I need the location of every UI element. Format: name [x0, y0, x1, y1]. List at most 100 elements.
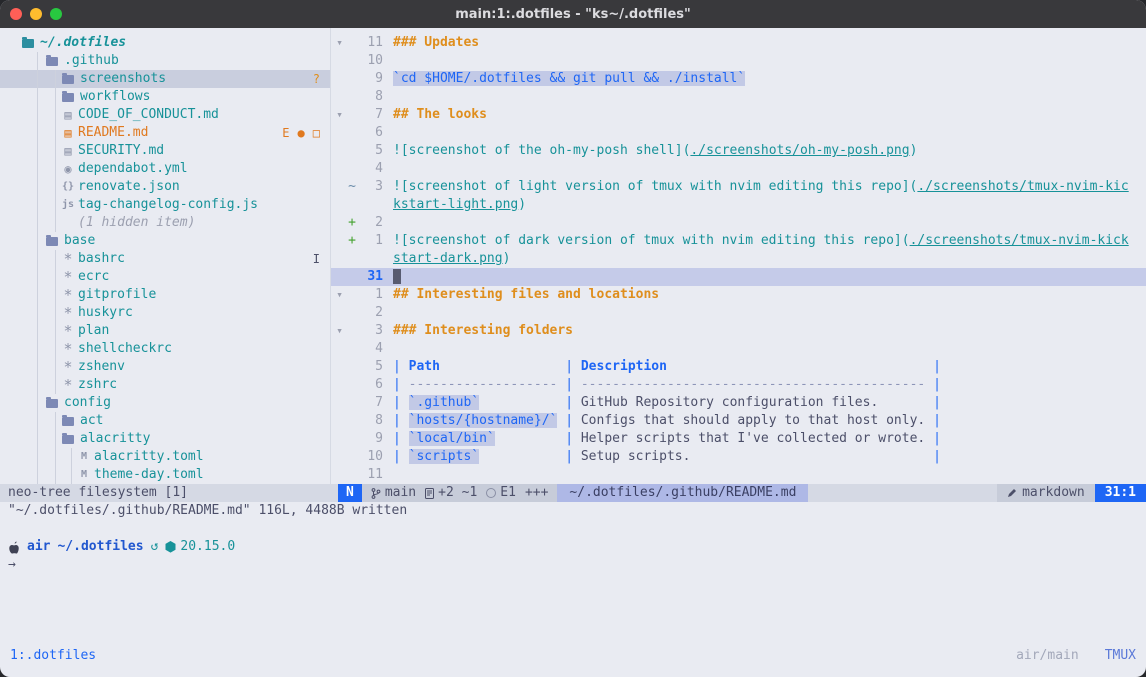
tree-item-github[interactable]: .github	[0, 52, 330, 70]
folder-icon	[62, 417, 74, 426]
md-link-text: ![screenshot of light version of tmux wi…	[393, 179, 917, 194]
tree-item-config[interactable]: config	[0, 394, 330, 412]
fold-marker	[333, 376, 346, 394]
tree-item-ecrc[interactable]: *ecrc	[0, 268, 330, 286]
traffic-lights	[10, 8, 62, 20]
tree-item-dependabot-yml[interactable]: ◉dependabot.yml	[0, 160, 330, 178]
tree-item-bashrc[interactable]: *bashrcI	[0, 250, 330, 268]
editor-line-7[interactable]: 7| `.github` | GitHub Repository configu…	[331, 394, 1146, 412]
tree-item-workflows[interactable]: workflows	[0, 88, 330, 106]
gutter: 8	[331, 412, 383, 430]
zoom-button[interactable]	[50, 8, 62, 20]
editor-line-9[interactable]: 9| `local/bin` | Helper scripts that I'v…	[331, 430, 1146, 448]
tree-item-1-hidden-item[interactable]: (1 hidden item)	[0, 214, 330, 232]
editor-line-5[interactable]: 5![screenshot of the oh-my-posh shell](.…	[331, 142, 1146, 160]
tree-item-theme-day-toml[interactable]: Mtheme-day.toml	[0, 466, 330, 484]
titlebar: main:1:.dotfiles - "ks~/.dotfiles"	[0, 0, 1146, 28]
editor-line-4[interactable]: 4	[331, 160, 1146, 178]
editor-line-5[interactable]: 5| Path | Description |	[331, 358, 1146, 376]
line-number: 5	[358, 358, 383, 376]
tree-item-label: shellcheckrc	[78, 340, 172, 358]
editor-line-1[interactable]: ▾1## Interesting files and locations	[331, 286, 1146, 304]
md-heading: ## Interesting files and locations	[393, 287, 659, 302]
editor-line-10[interactable]: 10	[331, 52, 1146, 70]
editor-line-8[interactable]: 8| `hosts/{hostname}/` | Configs that sh…	[331, 412, 1146, 430]
line-number: 4	[358, 160, 383, 178]
tree-item-act[interactable]: act	[0, 412, 330, 430]
tree-item-code-of-conduct-md[interactable]: ▤CODE_OF_CONDUCT.md	[0, 106, 330, 124]
editor-line-1[interactable]: +1![screenshot of dark version of tmux w…	[331, 232, 1146, 250]
tree-item-alacritty-toml[interactable]: Malacritty.toml	[0, 448, 330, 466]
editor-line-6[interactable]: 6	[331, 124, 1146, 142]
line-number: 7	[358, 394, 383, 412]
line-text: ### Updates	[383, 34, 479, 52]
tree-item-screenshots[interactable]: screenshots?	[0, 70, 330, 88]
editor-line-7[interactable]: ▾7## The looks	[331, 106, 1146, 124]
shell-prompt: air ~/.dotfiles ↺ 20.15.0	[8, 538, 235, 556]
md-inline-code: `.github`	[409, 395, 479, 410]
tree-item-security-md[interactable]: ▤SECURITY.md	[0, 142, 330, 160]
text: Helper scripts that I've collected or wr…	[581, 431, 925, 446]
tree-item-renovate-json[interactable]: {}renovate.json	[0, 178, 330, 196]
tree-item-plan[interactable]: *plan	[0, 322, 330, 340]
line-number: 3	[358, 178, 383, 196]
tree-item-tag-changelog-config-js[interactable]: jstag-changelog-config.js	[0, 196, 330, 214]
editor-line-9[interactable]: 9`cd $HOME/.dotfiles && git pull && ./in…	[331, 70, 1146, 88]
editor-line-6[interactable]: 6| ------------------- | ---------------…	[331, 376, 1146, 394]
fold-marker[interactable]: ▾	[333, 322, 346, 340]
editor-line-4[interactable]: 4	[331, 340, 1146, 358]
editor-line-8[interactable]: 8	[331, 88, 1146, 106]
fold-marker	[333, 178, 346, 196]
gutter: 10	[331, 448, 383, 466]
git-sign: +	[346, 214, 358, 232]
tree-item-gitprofile[interactable]: *gitprofile	[0, 286, 330, 304]
tree-item-zshenv[interactable]: *zshenv	[0, 358, 330, 376]
editor-line-31[interactable]: 31	[331, 268, 1146, 286]
editor-line-2[interactable]: +2	[331, 214, 1146, 232]
md-link-url: ./screenshots/tmux-nvim-kic	[917, 179, 1128, 194]
close-button[interactable]	[10, 8, 22, 20]
terminal-window: main:1:.dotfiles - "ks~/.dotfiles" ~/.do…	[0, 0, 1146, 677]
tree-item-label: screenshots	[80, 70, 166, 88]
tree-item-huskyrc[interactable]: *huskyrc	[0, 304, 330, 322]
tree-item-dotfiles[interactable]: ~/.dotfiles	[0, 34, 330, 52]
tree-item-label: gitprofile	[78, 286, 156, 304]
tree-item-readme-md[interactable]: ▤README.mdE●□	[0, 124, 330, 142]
line-number: 2	[358, 304, 383, 322]
tree-item-alacritty[interactable]: alacritty	[0, 430, 330, 448]
editor-line-wrap[interactable]: start-dark.png)	[331, 250, 1146, 268]
fold-marker	[333, 232, 346, 250]
table-separator: ----------------------------------------…	[581, 377, 925, 392]
md-heading: ### Interesting folders	[393, 323, 573, 338]
editor-line-3[interactable]: ~3![screenshot of light version of tmux …	[331, 178, 1146, 196]
tree-item-shellcheckrc[interactable]: *shellcheckrc	[0, 340, 330, 358]
git-refresh-icon: ↺	[151, 538, 159, 556]
tree-item-base[interactable]: base	[0, 232, 330, 250]
fold-marker	[333, 394, 346, 412]
line-text	[383, 214, 393, 232]
tree-item-zshrc[interactable]: *zshrc	[0, 376, 330, 394]
editor-line-10[interactable]: 10| `scripts` | Setup scripts. |	[331, 448, 1146, 466]
line-number: 1	[358, 232, 383, 250]
editor-line-3[interactable]: ▾3### Interesting folders	[331, 322, 1146, 340]
gutter: 5	[331, 142, 383, 160]
fold-marker	[333, 430, 346, 448]
editor-line-2[interactable]: 2	[331, 304, 1146, 322]
gutter: 4	[331, 160, 383, 178]
neotree-statusline: neo-tree filesystem [1]	[0, 484, 338, 502]
editor-line-11[interactable]: ▾11### Updates	[331, 34, 1146, 52]
fold-marker[interactable]: ▾	[333, 34, 346, 52]
line-text: ![screenshot of dark version of tmux wit…	[383, 232, 1129, 250]
md-link-text: ![screenshot of the oh-my-posh shell](	[393, 143, 690, 158]
shell-icon: *	[60, 376, 76, 394]
fold-marker[interactable]: ▾	[333, 106, 346, 124]
editor-line-11[interactable]: 11	[331, 466, 1146, 484]
md-link-text: )	[503, 251, 511, 266]
minimize-button[interactable]	[30, 8, 42, 20]
tree-item-label: (1 hidden item)	[78, 214, 195, 232]
editor-line-wrap[interactable]: kstart-light.png)	[331, 196, 1146, 214]
tree-item-label: SECURITY.md	[78, 142, 164, 160]
fold-marker[interactable]: ▾	[333, 286, 346, 304]
tmux-window-tab[interactable]: 1:.dotfiles	[10, 647, 96, 665]
shell-icon: *	[60, 286, 76, 304]
